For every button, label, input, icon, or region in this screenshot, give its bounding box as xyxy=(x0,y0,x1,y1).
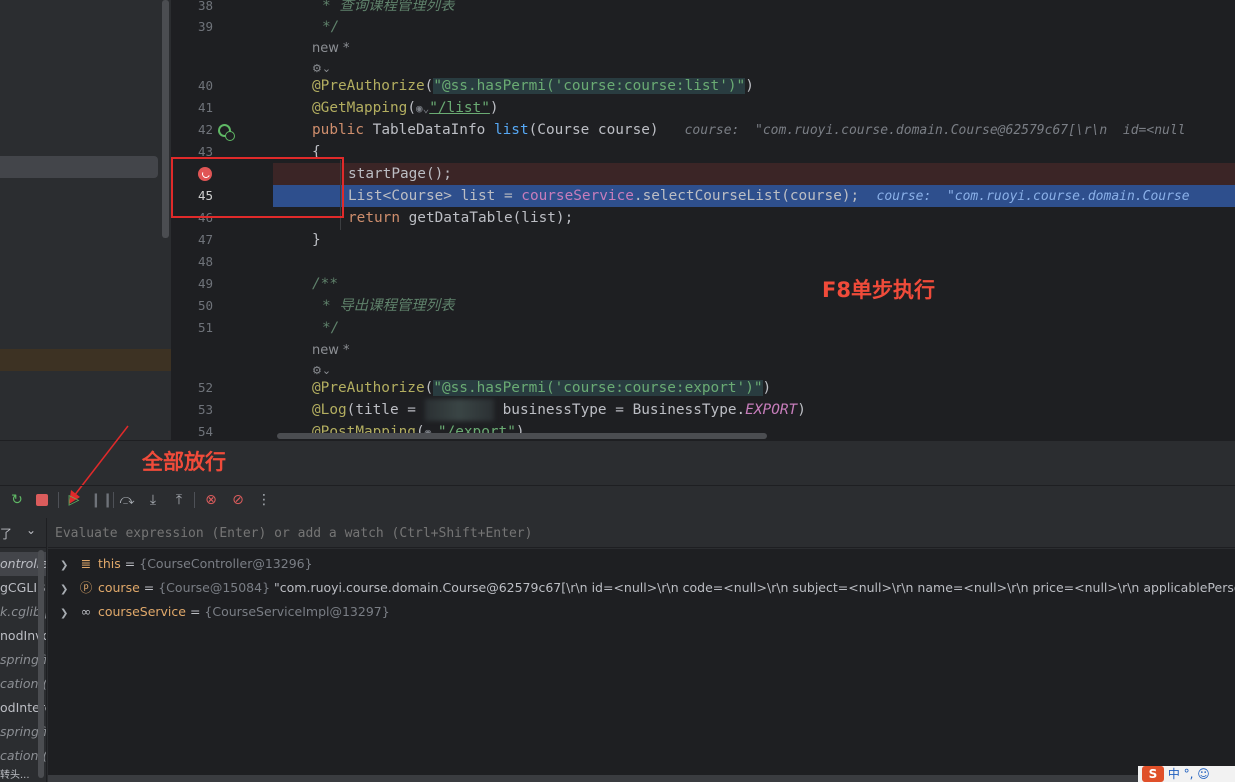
code-line-49: /** xyxy=(312,276,338,292)
chevron-down-icon: ⌄ xyxy=(26,523,37,537)
pause-icon[interactable]: ❙❙ xyxy=(90,490,113,510)
code-line-39: */ xyxy=(322,19,340,35)
step-over-icon[interactable]: ⤼ xyxy=(117,490,137,510)
variable-row-courseService[interactable]: ❯ ∞ courseService = {CourseServiceImpl@13… xyxy=(60,600,390,624)
step-over-annotation: F8单步执行 xyxy=(822,278,935,302)
line-number: 50 xyxy=(197,298,213,313)
line-number: 40 xyxy=(197,78,213,93)
line-number: 49 xyxy=(197,276,213,291)
line-number: 52 xyxy=(197,380,213,395)
chevron-right-icon: ❯ xyxy=(60,560,69,571)
ime-logo-icon: S xyxy=(1142,766,1164,782)
code-line-42: public TableDataInfo list(Course course)… xyxy=(312,122,1186,138)
code-line-51: */ xyxy=(322,320,340,336)
thread-selector[interactable]: 了 ⌄ xyxy=(0,518,47,548)
code-line-41: @GetMapping(◉⌄"/list") xyxy=(312,100,499,116)
line-number: 41 xyxy=(197,100,213,115)
rerun-icon[interactable]: ↻ xyxy=(7,490,27,510)
inline-debug-value: course: "com.ruoyi.course.domain.Course@… xyxy=(684,123,1186,138)
line-number: 38 xyxy=(197,0,213,13)
code-line-46: return getDataTable(list); xyxy=(348,210,574,226)
project-scrollbar[interactable] xyxy=(162,0,169,238)
step-out-icon[interactable]: ⤒ xyxy=(169,490,189,510)
ime-toolbar[interactable]: S 中 °, ☺ xyxy=(1138,766,1235,782)
globe-icon: ◉⌄ xyxy=(415,102,430,115)
variables-horizontal-scrollbar[interactable] xyxy=(48,775,1235,782)
line-number: 53 xyxy=(197,402,213,417)
view-breakpoints-icon[interactable]: ⊗ xyxy=(201,490,221,510)
request-mapping-gutter-icon[interactable] xyxy=(218,124,235,141)
field-icon: ≣ xyxy=(80,556,92,571)
code-line-50: * 导出课程管理列表 xyxy=(322,298,455,314)
resume-annotation: 全部放行 xyxy=(142,450,226,474)
mute-breakpoints-icon[interactable]: ⊘ xyxy=(228,490,248,510)
chevron-right-icon: ❯ xyxy=(60,584,69,595)
parameter-icon: ⓟ xyxy=(79,580,93,595)
step-into-icon[interactable]: ⤓ xyxy=(143,490,163,510)
project-panel xyxy=(0,0,171,440)
project-highlight-row[interactable] xyxy=(0,349,171,371)
stop-icon[interactable] xyxy=(32,490,52,510)
code-line-52: @PreAuthorize("@ss.hasPermi('course:cour… xyxy=(312,380,772,396)
frames-scrollbar[interactable] xyxy=(38,550,44,778)
variable-row-course[interactable]: ❯ ⓟ course = {Course@15084} "com.ruoyi.co… xyxy=(60,576,1235,600)
author-hint[interactable]: new * xyxy=(312,340,350,362)
editor-horizontal-scrollbar[interactable] xyxy=(277,433,767,439)
line-number: 51 xyxy=(197,320,213,335)
line-number: 39 xyxy=(197,19,213,34)
code-line-53: @Log(title = xxxxxxxx businessType = Bus… xyxy=(312,399,806,421)
watch-glasses-icon: ∞ xyxy=(80,604,92,619)
code-line-44: startPage(); xyxy=(348,166,452,182)
chevron-right-icon: ❯ xyxy=(60,608,69,619)
project-selected-row[interactable] xyxy=(0,156,158,178)
author-hint[interactable]: new * xyxy=(312,38,350,60)
breakpoint-annotation-box xyxy=(171,157,344,218)
code-line-40: @PreAuthorize("@ss.hasPermi('course:cour… xyxy=(312,78,754,94)
inline-debug-value: course: "com.ruoyi.course.domain.Course xyxy=(876,189,1190,204)
code-line-47: } xyxy=(312,232,321,248)
variable-row-this[interactable]: ❯ ≣ this = {CourseController@13296} xyxy=(60,552,313,576)
code-line-45: List<Course> list = courseService.select… xyxy=(348,188,1190,204)
line-number: 47 xyxy=(197,232,213,247)
line-number: 42 xyxy=(197,122,213,137)
more-options-icon[interactable]: ⋮ xyxy=(254,490,274,510)
evaluate-expression-input[interactable] xyxy=(55,524,955,542)
resume-program-icon[interactable]: ▷ xyxy=(64,490,84,510)
line-number: 48 xyxy=(197,254,213,269)
code-line-38: * 查询课程管理列表 xyxy=(322,0,455,14)
blurred-text: xxxxxxxx xyxy=(424,399,494,421)
